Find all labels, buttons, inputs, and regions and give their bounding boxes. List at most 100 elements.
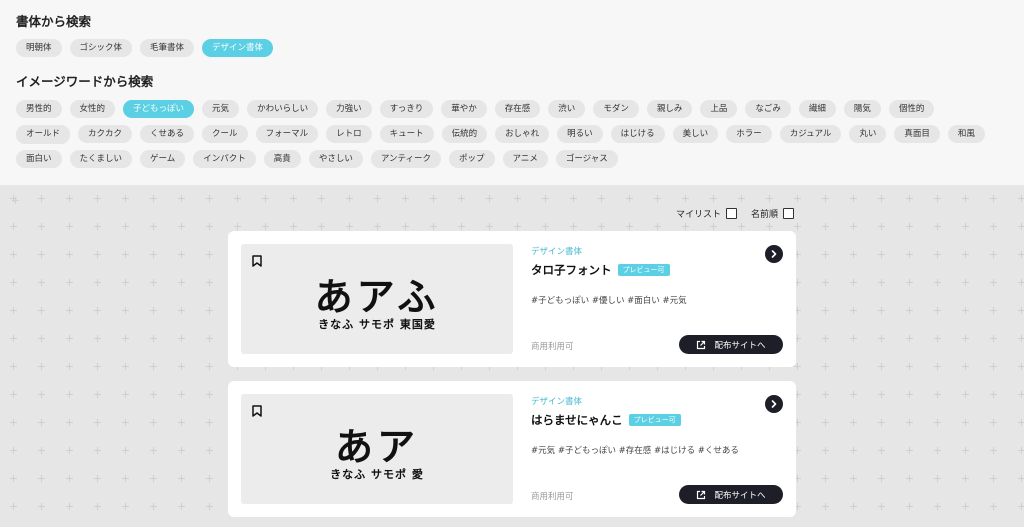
mylist-filter[interactable]: マイリスト [676,207,738,220]
image-word-chip[interactable]: 子どもっぽい [123,100,195,118]
plus-pattern-icon [66,251,73,258]
font-name[interactable]: はらませにゃんこ [531,412,623,428]
image-word-chip[interactable]: 面白い [16,150,62,168]
distribution-site-button[interactable]: 配布サイトへ [679,335,783,354]
image-word-chip[interactable]: アニメ [502,150,548,168]
plus-pattern-icon [962,223,969,230]
image-word-chip[interactable]: はじける [610,125,665,143]
image-word-chip[interactable]: おしゃれ [495,125,550,143]
image-word-chip[interactable]: 美しい [672,125,719,143]
plus-pattern-icon [346,223,353,230]
typeface-chip[interactable]: 毛筆書体 [140,39,195,57]
preview-sub-glyphs: きなふ サモポ 愛 [330,468,424,481]
image-word-chip[interactable]: 高貴 [263,150,301,168]
image-word-chip[interactable]: 真面目 [894,125,940,143]
distribution-site-label: 配布サイトへ [714,340,766,351]
plus-pattern-icon [206,447,213,454]
image-word-chip[interactable]: 元気 [202,100,240,118]
image-word-chip[interactable]: やさしい [308,150,363,168]
image-word-chip[interactable]: アンティーク [370,150,441,168]
mylist-checkbox[interactable] [726,208,738,219]
font-name[interactable]: タロ子フォント [531,262,612,278]
image-word-chip[interactable]: モダン [593,100,639,118]
font-name-row: タロ子フォント プレビュー可 [531,262,783,278]
plus-pattern-icon [66,475,73,482]
plus-pattern-icon [486,195,493,202]
image-word-chip[interactable]: ゲーム [140,150,186,168]
plus-pattern-icon [150,391,157,398]
plus-pattern-icon [38,335,45,342]
plus-pattern-icon [962,419,969,426]
plus-pattern-icon [122,279,129,286]
plus-pattern-icon [878,447,885,454]
plus-pattern-icon [1018,447,1024,454]
typeface-chip[interactable]: ゴシック体 [69,39,133,57]
plus-pattern-icon [234,223,241,230]
plus-pattern-icon [206,335,213,342]
image-word-chip[interactable]: 丸い [849,125,887,143]
plus-pattern-icon [10,503,17,510]
plus-pattern-icon [290,223,297,230]
image-word-chip[interactable]: くせある [140,125,195,143]
distribution-site-button[interactable]: 配布サイトへ [679,485,783,504]
image-word-chip[interactable]: フォーマル [255,125,319,143]
plus-pattern-icon [738,195,745,202]
image-word-chip[interactable]: 親しみ [646,100,693,118]
plus-pattern-icon [38,195,45,202]
plus-pattern-icon [514,195,521,202]
preview-badge: プレビュー可 [628,414,681,426]
plus-pattern-icon [150,363,157,370]
image-word-chip[interactable]: 華やか [441,100,487,118]
typeface-section-title: 書体から検索 [16,14,92,29]
typeface-chip[interactable]: 明朝体 [16,39,62,57]
image-word-chip[interactable]: クール [202,125,248,143]
image-word-chip[interactable]: 渋い [548,100,586,118]
image-word-chip[interactable]: カジュアル [779,125,842,143]
plus-pattern-icon [122,195,129,202]
image-word-chip[interactable]: レトロ [326,125,372,143]
plus-pattern-icon [962,335,969,342]
image-word-chip[interactable]: ゴージャス [555,150,618,168]
image-word-chip[interactable]: 女性的 [69,100,116,118]
external-link-icon [697,340,706,349]
image-word-chip[interactable]: たくましい [69,150,133,168]
font-card: あアふ きなふ サモポ 東国愛 デザイン書体 タロ子フォント プレビュー可 #子… [228,231,796,367]
image-word-chip[interactable]: かわいらしい [247,100,319,118]
plus-pattern-icon [822,475,829,482]
plus-pattern-icon [822,335,829,342]
image-word-chip[interactable]: オールド [16,125,71,143]
plus-pattern-icon [38,363,45,370]
image-word-chip[interactable]: カクカク [78,125,133,143]
plus-pattern-icon [178,335,185,342]
image-word-chip[interactable]: ポップ [448,150,495,168]
image-word-section-title: イメージワードから検索 [16,74,154,89]
image-word-chip[interactable]: 上品 [700,100,738,118]
image-word-chip[interactable]: すっきり [379,100,434,118]
image-word-chip[interactable]: 男性的 [16,100,62,118]
detail-arrow-button[interactable] [765,395,783,413]
plus-pattern-icon [990,251,997,258]
image-word-chip[interactable]: なごみ [745,100,791,118]
image-word-chip[interactable]: インパクト [193,150,256,168]
image-word-chip[interactable]: 伝統的 [441,125,488,143]
plus-pattern-icon [94,195,101,202]
image-word-chip[interactable]: 存在感 [494,100,541,118]
image-word-chip[interactable]: 明るい [557,125,603,143]
detail-arrow-button[interactable] [765,245,783,263]
plus-pattern-icon [10,335,17,342]
plus-pattern-icon [878,363,885,370]
plus-pattern-icon [94,307,101,314]
plus-pattern-icon [10,251,17,258]
plus-pattern-icon [122,335,129,342]
image-word-chip[interactable]: ホラー [726,125,772,143]
name-order-filter[interactable]: 名前順 [751,207,795,220]
image-word-chip[interactable]: 陽気 [843,100,881,118]
typeface-chip[interactable]: デザイン書体 [202,39,274,57]
image-word-chip[interactable]: 和風 [947,125,985,143]
image-word-chip[interactable]: 力強い [326,100,372,118]
image-word-chip[interactable]: 繊細 [798,100,836,118]
plus-pattern-icon [990,279,997,286]
image-word-chip[interactable]: 個性的 [888,100,935,118]
name-order-checkbox[interactable] [783,208,795,219]
image-word-chip[interactable]: キュート [379,125,434,143]
